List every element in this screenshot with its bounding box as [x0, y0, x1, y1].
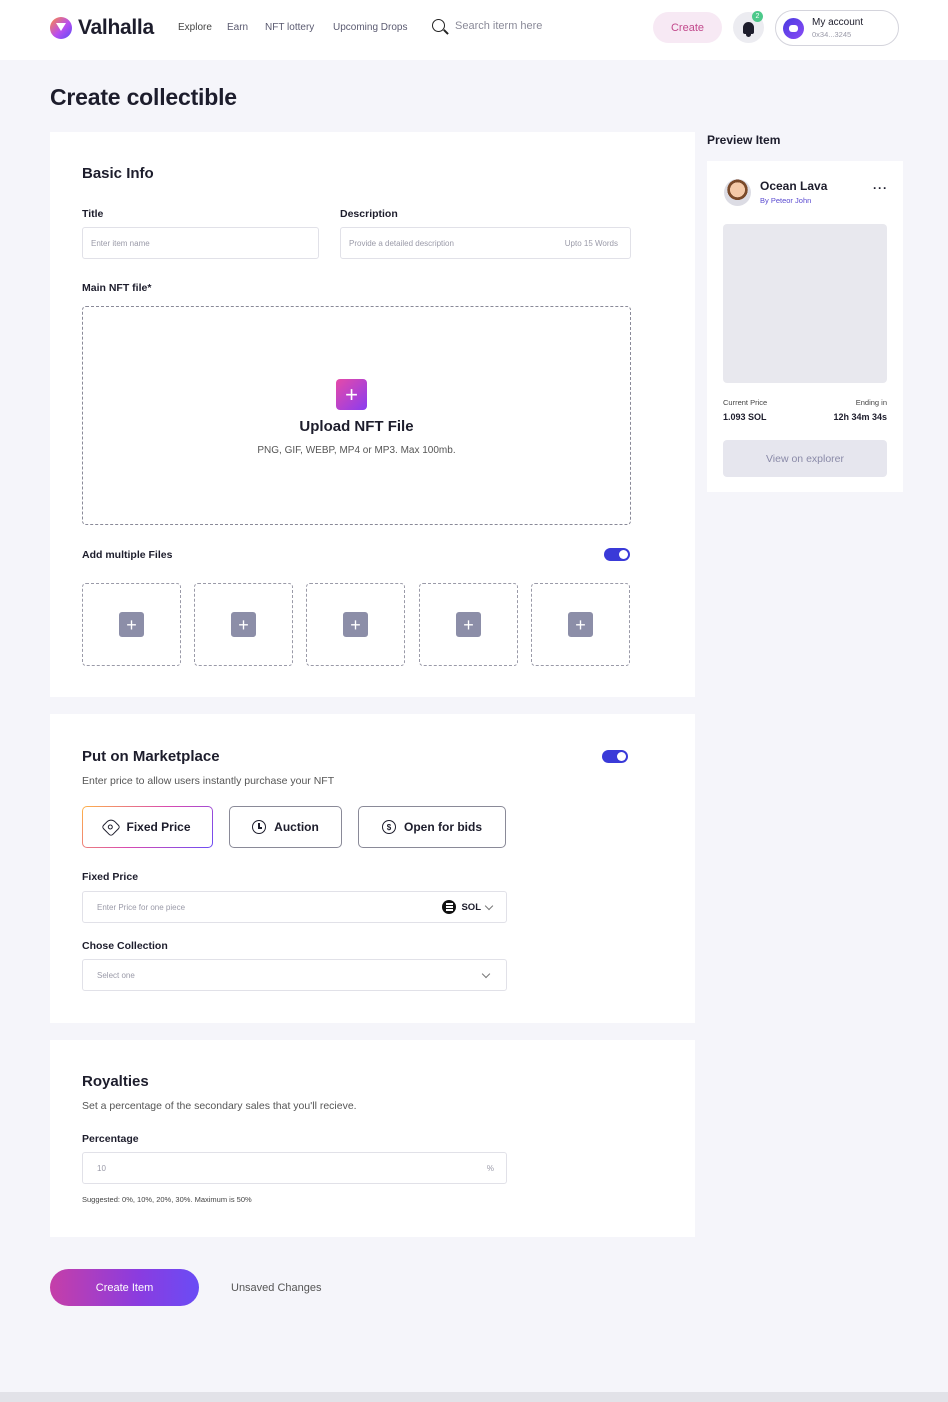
description-field: Upto 15 Words — [340, 227, 631, 259]
option-label: Auction — [274, 820, 319, 834]
price-label: Fixed Price — [82, 871, 139, 883]
upload-plus-icon: + — [336, 379, 367, 410]
current-price-value: 1.093 SOL — [723, 412, 767, 422]
price-field: SOL — [82, 891, 507, 923]
dollar-icon: $ — [382, 820, 396, 834]
marketplace-subtitle: Enter price to allow users instantly pur… — [82, 775, 335, 787]
wallet-avatar-icon — [783, 17, 804, 39]
account-button[interactable]: My account 0x34...3245 — [775, 10, 899, 46]
nav-upcoming-drops[interactable]: Upcoming Drops — [333, 22, 407, 33]
create-button[interactable]: Create — [653, 12, 722, 43]
marketplace-card: Put on Marketplace Enter price to allow … — [50, 714, 695, 1023]
marketplace-toggle[interactable] — [602, 750, 628, 763]
price-input[interactable] — [97, 902, 417, 912]
tag-icon — [101, 817, 122, 837]
description-word-limit: Upto 15 Words — [564, 238, 618, 248]
creator-avatar — [724, 179, 751, 206]
plus-icon: + — [456, 612, 481, 637]
ending-value: 12h 34m 34s — [833, 412, 887, 422]
main-file-dropzone[interactable]: + Upload NFT File PNG, GIF, WEBP, MP4 or… — [82, 306, 631, 525]
ending-label: Ending in — [855, 398, 887, 407]
marketplace-heading: Put on Marketplace — [82, 748, 220, 765]
royalties-heading: Royalties — [82, 1073, 149, 1090]
unsaved-changes-status: Unsaved Changes — [231, 1282, 322, 1294]
percentage-input[interactable] — [97, 1163, 437, 1173]
search-icon[interactable] — [432, 19, 445, 32]
title-field — [82, 227, 319, 259]
preview-image-placeholder — [723, 224, 887, 383]
plus-icon: + — [568, 612, 593, 637]
collection-label: Chose Collection — [82, 940, 168, 952]
search-input[interactable] — [455, 19, 605, 32]
brand-name: Valhalla — [78, 16, 154, 39]
open-for-bids-option[interactable]: $ Open for bids — [358, 806, 506, 848]
percent-sign: % — [486, 1163, 494, 1173]
account-address: 0x34...3245 — [812, 30, 852, 39]
nav-nft-lottery[interactable]: NFT lottery — [265, 22, 314, 33]
preview-creator: By Peteor John — [760, 196, 812, 205]
multiple-files-label: Add multiple Files — [82, 549, 173, 561]
royalties-card: Royalties Set a percentage of the second… — [50, 1040, 695, 1237]
option-label: Fixed Price — [126, 820, 191, 834]
extra-file-slot[interactable]: + — [419, 583, 518, 666]
bell-icon — [743, 21, 754, 37]
top-navbar: Valhalla Explore Earn NFT lottery Upcomi… — [0, 0, 948, 60]
chevron-down-icon — [484, 901, 494, 910]
plus-icon: + — [119, 612, 144, 637]
percentage-field: % — [82, 1152, 507, 1184]
percentage-label: Percentage — [82, 1133, 139, 1145]
currency-select[interactable]: SOL — [442, 900, 494, 914]
extra-file-slot[interactable]: + — [194, 583, 293, 666]
auction-option[interactable]: Auction — [229, 806, 342, 848]
upload-title: Upload NFT File — [299, 418, 414, 435]
basic-info-heading: Basic Info — [82, 165, 154, 182]
upload-formats: PNG, GIF, WEBP, MP4 or MP3. Max 100mb. — [257, 445, 456, 456]
nav-explore[interactable]: Explore — [178, 22, 212, 33]
description-input[interactable] — [349, 238, 549, 248]
search-bar — [432, 19, 605, 32]
plus-icon: + — [231, 612, 256, 637]
royalties-suggestion: Suggested: 0%, 10%, 20%, 30%. Maximum is… — [82, 1195, 252, 1204]
current-price-label: Current Price — [723, 398, 768, 407]
brand-logo[interactable]: Valhalla — [50, 16, 154, 40]
chevron-down-icon — [481, 969, 491, 979]
currency-label: SOL — [461, 901, 481, 913]
view-on-explorer-button[interactable]: View on explorer — [723, 440, 887, 477]
royalties-subtitle: Set a percentage of the secondary sales … — [82, 1100, 357, 1112]
plus-icon: + — [343, 612, 368, 637]
title-label: Title — [82, 208, 104, 220]
preview-card: Ocean Lava By Peteor John ··· Current Pr… — [707, 161, 903, 492]
notification-badge: 2 — [752, 11, 763, 22]
collection-select[interactable] — [82, 959, 507, 991]
account-label: My account — [812, 17, 864, 28]
nav-earn[interactable]: Earn — [227, 22, 248, 33]
multiple-files-toggle[interactable] — [604, 548, 630, 561]
valhalla-logo-icon — [50, 17, 72, 39]
fixed-price-option[interactable]: Fixed Price — [82, 806, 213, 848]
preview-heading: Preview Item — [707, 133, 781, 147]
preview-item-name: Ocean Lava — [760, 179, 828, 193]
more-options-icon[interactable]: ··· — [873, 181, 888, 195]
solana-icon — [442, 900, 457, 914]
extra-file-slot[interactable]: + — [306, 583, 405, 666]
main-file-label: Main NFT file* — [82, 282, 152, 294]
clock-icon — [252, 820, 267, 834]
extra-file-slot[interactable]: + — [531, 583, 630, 666]
basic-info-card: Basic Info Title Description Upto 15 Wor… — [50, 132, 695, 697]
title-input[interactable] — [91, 238, 318, 248]
create-item-button[interactable]: Create Item — [50, 1269, 199, 1306]
collection-input[interactable] — [97, 970, 417, 980]
option-label: Open for bids — [404, 820, 482, 834]
extra-file-slot[interactable]: + — [82, 583, 181, 666]
page-title: Create collectible — [50, 84, 237, 110]
page-footer-bar — [0, 1392, 948, 1402]
description-label: Description — [340, 208, 398, 220]
